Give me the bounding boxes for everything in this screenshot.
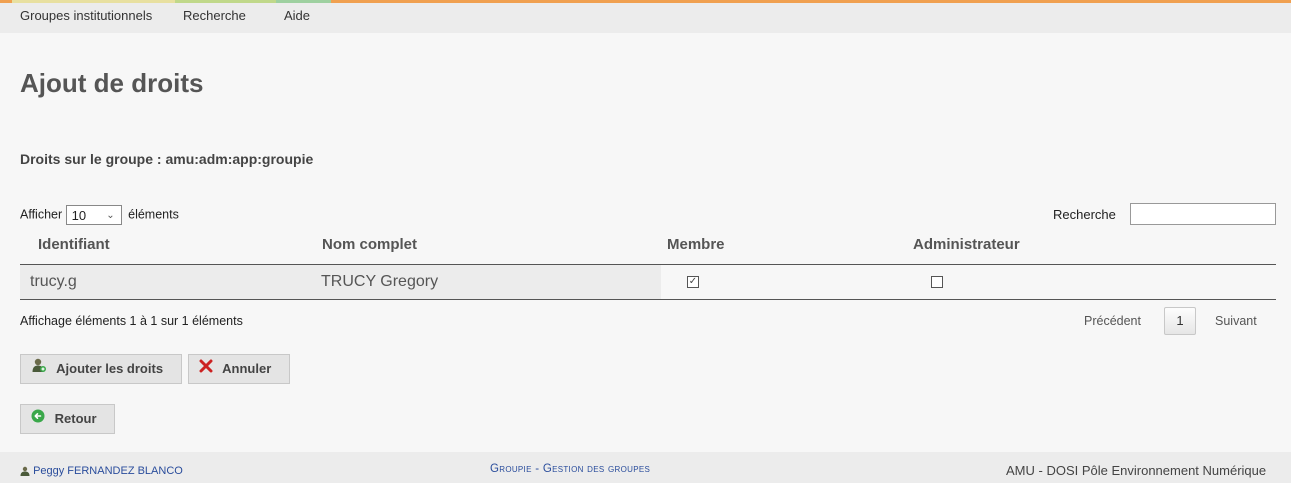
cell-administrateur <box>911 265 1276 299</box>
column-header-identifiant[interactable]: Identifiant <box>38 236 110 253</box>
add-rights-label: Ajouter les droits <box>56 361 164 376</box>
cell-identifiant: trucy.g <box>20 265 303 299</box>
footer: Peggy FERNANDEZ BLANCO Groupie - Gestion… <box>0 452 1291 483</box>
column-header-administrateur[interactable]: Administrateur <box>913 236 1020 253</box>
footer-app-link[interactable]: Groupie - Gestion des groupes <box>490 463 650 475</box>
chevron-down-icon: ⌄ <box>106 210 115 221</box>
page-size-value: 10 <box>71 208 87 223</box>
table-header: Identifiant Nom complet Membre Administr… <box>20 230 1276 265</box>
tab-label: Recherche <box>183 8 246 23</box>
table-row: trucy.g TRUCY Gregory ✓ <box>20 265 1276 300</box>
column-header-nom-complet[interactable]: Nom complet <box>322 236 417 253</box>
membre-checkbox[interactable]: ✓ <box>687 276 699 288</box>
cancel-label: Annuler <box>222 361 272 376</box>
top-nav: Groupes institutionnels Recherche Aide <box>0 0 1291 33</box>
add-rights-button[interactable]: Ajouter les droits <box>20 354 182 384</box>
footer-organization: AMU - DOSI Pôle Environnement Numérique <box>1006 463 1267 478</box>
previous-page-button[interactable]: Précédent <box>1084 314 1141 328</box>
user-add-icon <box>31 355 47 383</box>
cell-membre: ✓ <box>661 265 911 299</box>
tab-groupes-institutionnels[interactable]: Groupes institutionnels <box>12 0 175 30</box>
group-rights-heading: Droits sur le groupe : amu:adm:app:group… <box>20 151 314 167</box>
footer-user-name: Peggy FERNANDEZ BLANCO <box>33 465 183 477</box>
red-x-icon <box>199 355 213 383</box>
search-input[interactable] <box>1130 203 1276 225</box>
page: Groupes institutionnels Recherche Aide A… <box>0 0 1291 483</box>
page-size-control: Afficher 10 ⌄ éléments <box>20 205 179 225</box>
page-number-button[interactable]: 1 <box>1164 307 1196 335</box>
search-label: Recherche <box>1053 207 1116 222</box>
cancel-button[interactable]: Annuler <box>188 354 290 384</box>
next-page-button[interactable]: Suivant <box>1215 314 1257 328</box>
table-info: Affichage éléments 1 à 1 sur 1 éléments <box>20 314 243 328</box>
green-back-arrow-icon <box>31 405 45 433</box>
page-size-suffix: éléments <box>128 207 179 222</box>
page-size-prefix: Afficher <box>20 207 63 222</box>
rights-table: Identifiant Nom complet Membre Administr… <box>20 230 1276 300</box>
column-header-membre[interactable]: Membre <box>667 236 725 253</box>
tab-recherche[interactable]: Recherche <box>175 0 276 30</box>
user-icon <box>20 465 33 477</box>
page-size-select[interactable]: 10 ⌄ <box>65 205 122 225</box>
administrateur-checkbox[interactable] <box>931 276 943 288</box>
tab-label: Aide <box>284 8 311 23</box>
tab-label: Groupes institutionnels <box>20 8 153 23</box>
footer-user-link[interactable]: Peggy FERNANDEZ BLANCO <box>20 465 183 477</box>
back-label: Retour <box>54 411 97 426</box>
tab-aide[interactable]: Aide <box>276 0 331 30</box>
cell-nom-complet: TRUCY Gregory <box>303 265 661 299</box>
page-title: Ajout de droits <box>20 68 204 98</box>
back-button[interactable]: Retour <box>20 404 115 434</box>
